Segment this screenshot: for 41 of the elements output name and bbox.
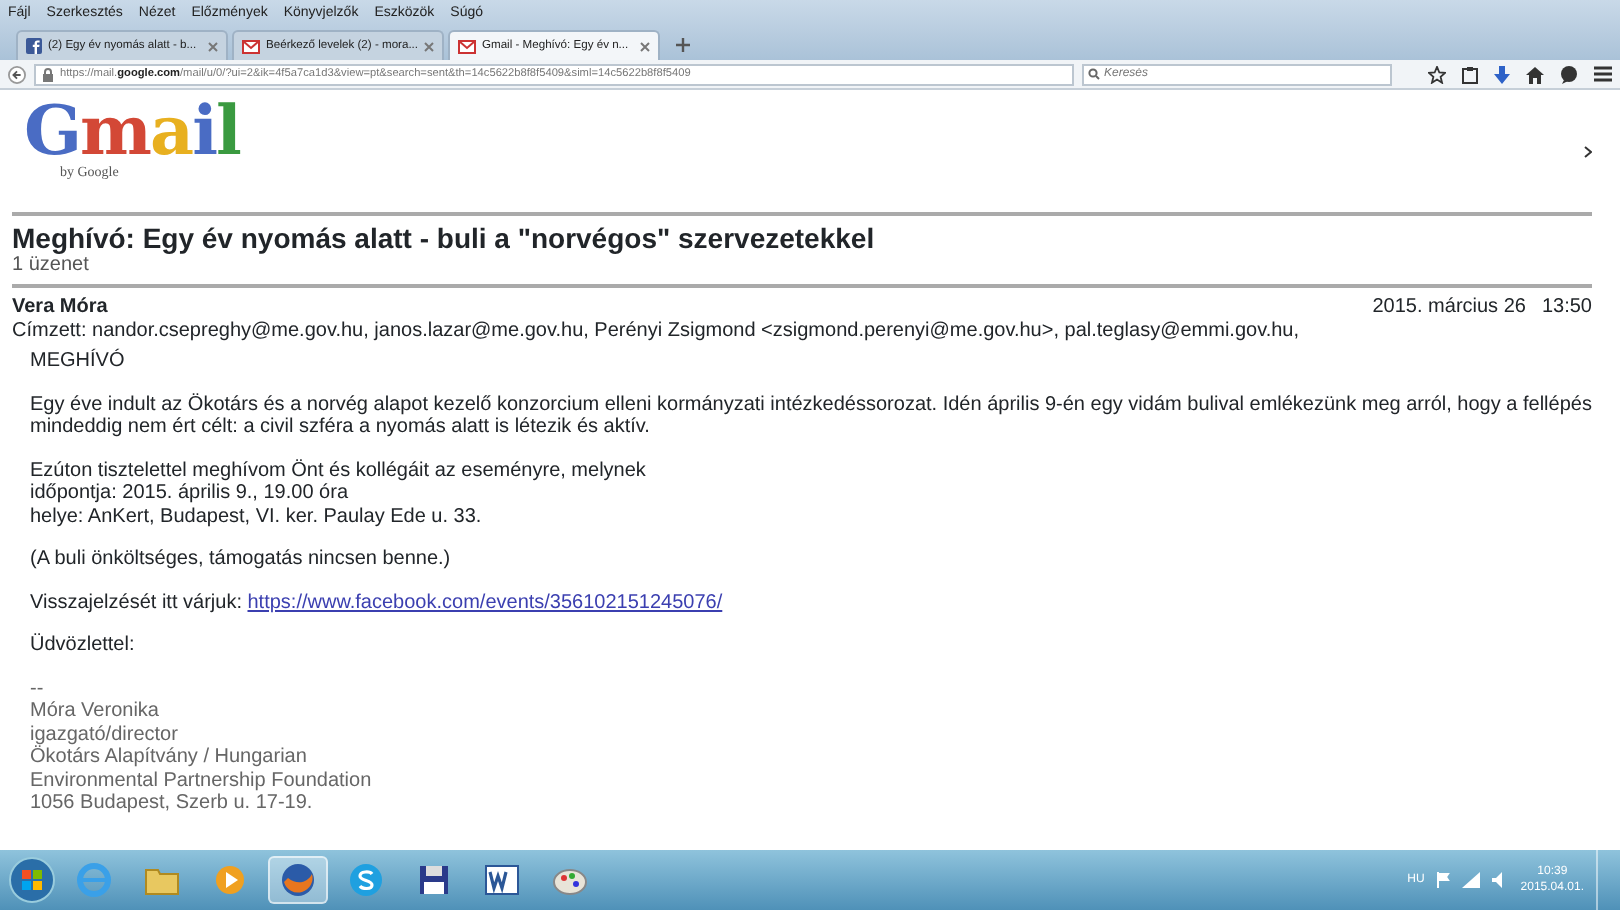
start-orb-icon[interactable] xyxy=(8,856,56,904)
star-icon[interactable] xyxy=(1428,65,1446,83)
body-line: Egy éve indult az Ökotárs és a norvég alapot kezelő konzorcium elleni kormányzati intézkedéssorozat. Idén április 9-én egy vidám bulival emlékezünk meg arról, hogy a fellépés mindeddig nem ért célt: a civil szféra a nyomás alatt is létezik és aktív. xyxy=(30,393,1592,439)
event-link[interactable]: https://www.facebook.com/events/356102151245076/ xyxy=(247,591,723,613)
lock-icon xyxy=(42,67,54,81)
clipboard-icon[interactable] xyxy=(1462,65,1478,83)
signature-line: Móra Veronika xyxy=(30,700,161,723)
envelope-icon xyxy=(242,39,260,53)
recipients-line: Címzett: nandor.csepreghy@me.gov.hu, janos.lazar@me.gov.hu, Perényi Zsigmond <zsigmond.perenyi@me.gov.hu>, pal.teglasy@emmi.gov.hu, xyxy=(12,320,1302,344)
menu-icon[interactable] xyxy=(1594,66,1612,82)
signature-line: -- xyxy=(30,677,46,700)
signal-icon[interactable] xyxy=(1462,872,1481,888)
close-icon[interactable] xyxy=(424,41,435,51)
sender-name: Vera Móra xyxy=(12,296,108,320)
signature-line: Ökotárs Alapítvány / Hungarian xyxy=(30,746,309,769)
body-line: időpontja: 2015. április 9., 19.00 óra xyxy=(30,482,350,505)
email-subject: Meghívó: Egy év nyomás alatt - buli a "norvégos" szervezetekkel xyxy=(12,222,877,254)
message-count: 1 üzenet xyxy=(12,254,91,278)
signature-line: igazgató/director xyxy=(30,723,180,745)
facebook-icon xyxy=(26,38,42,54)
body-line: Üdvözlettel: xyxy=(30,634,137,657)
download-icon[interactable] xyxy=(1494,65,1510,83)
body-line: (A buli önköltséges, támogatás nincsen benne.) xyxy=(30,548,453,571)
home-icon[interactable] xyxy=(1526,65,1544,83)
envelope-icon xyxy=(458,39,476,53)
gmail-logo: Gmail xyxy=(24,98,240,166)
chevron-icon[interactable] xyxy=(1584,146,1592,158)
message-time: 13:50 xyxy=(1541,296,1592,320)
message-date: 2015. március 26 xyxy=(1372,296,1526,320)
body-line: MEGHÍVÓ xyxy=(30,350,127,373)
body-line: helye: AnKert, Budapest, VI. ker. Paulay Ede u. 33. xyxy=(30,505,484,528)
close-icon[interactable] xyxy=(208,41,218,51)
back-icon[interactable] xyxy=(8,65,26,83)
chat-icon[interactable] xyxy=(1560,65,1578,83)
signature-line: 1056 Budapest, Szerb u. 17-19. xyxy=(30,792,315,815)
signature-line: Environmental Partnership Foundation xyxy=(30,769,374,792)
body-line: Ezúton tisztelettel meghívom Önt és kollégáit az eseményre, melynek xyxy=(30,459,648,482)
close-icon[interactable] xyxy=(640,41,650,51)
flag-icon[interactable] xyxy=(1436,872,1451,888)
new-tab-icon[interactable] xyxy=(676,38,690,52)
body-paragraph: Visszajelzését itt várjuk: https://www.facebook.com/events/356102151245076/ xyxy=(30,591,725,614)
